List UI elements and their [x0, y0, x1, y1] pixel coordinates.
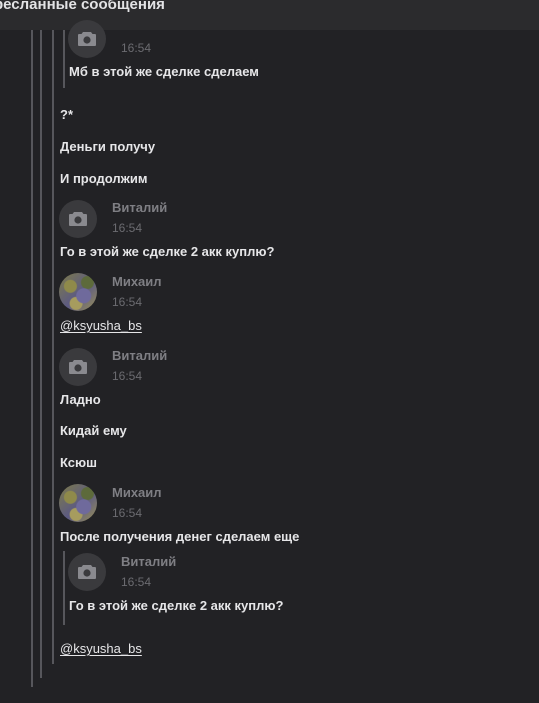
header-title: ресланные сообщения — [0, 0, 165, 13]
mention-link[interactable]: @ksyusha_bs — [60, 641, 142, 656]
forward-quote-line — [52, 30, 54, 664]
message-text: Го в этой же сделке 2 акк куплю? — [69, 598, 284, 613]
message-text: Кидай ему — [60, 423, 127, 438]
message-time: 16:54 — [121, 575, 152, 589]
message-text: Ксюш — [60, 455, 97, 470]
message-time: 16:54 — [112, 369, 143, 383]
camera-icon — [78, 32, 96, 46]
message-text: После получения денег сделаем еще — [60, 529, 300, 544]
message-text: ?* — [60, 107, 73, 122]
message-author[interactable]: Виталий — [112, 200, 167, 215]
message-text: Ладно — [60, 392, 101, 407]
message-time: 16:54 — [121, 41, 152, 55]
avatar[interactable] — [59, 273, 97, 311]
forward-quote-line — [63, 30, 65, 88]
message-text: Мб в этой же сделке сделаем — [69, 64, 259, 79]
message-author[interactable]: Виталий — [112, 348, 167, 363]
avatar[interactable] — [59, 348, 97, 386]
message-time: 16:54 — [112, 295, 143, 309]
message-time: 16:54 — [112, 506, 143, 520]
avatar[interactable] — [68, 553, 106, 591]
mention-link[interactable]: @ksyusha_bs — [60, 318, 142, 333]
camera-icon — [69, 360, 87, 374]
camera-icon — [69, 212, 87, 226]
camera-icon — [78, 565, 96, 579]
forward-quote-line — [40, 30, 42, 678]
message-text: И продолжим — [60, 171, 148, 186]
avatar[interactable] — [68, 20, 106, 58]
avatar[interactable] — [59, 200, 97, 238]
forward-quote-line — [31, 30, 33, 687]
message-author[interactable]: Михаил — [112, 274, 162, 289]
message-text: Го в этой же сделке 2 акк куплю? — [60, 244, 275, 259]
message-author[interactable]: Михаил — [112, 485, 162, 500]
avatar[interactable] — [59, 484, 97, 522]
message-author[interactable]: Виталий — [121, 554, 176, 569]
forward-quote-line — [63, 551, 65, 625]
message-time: 16:54 — [112, 221, 143, 235]
message-text: Деньги получу — [60, 139, 156, 154]
